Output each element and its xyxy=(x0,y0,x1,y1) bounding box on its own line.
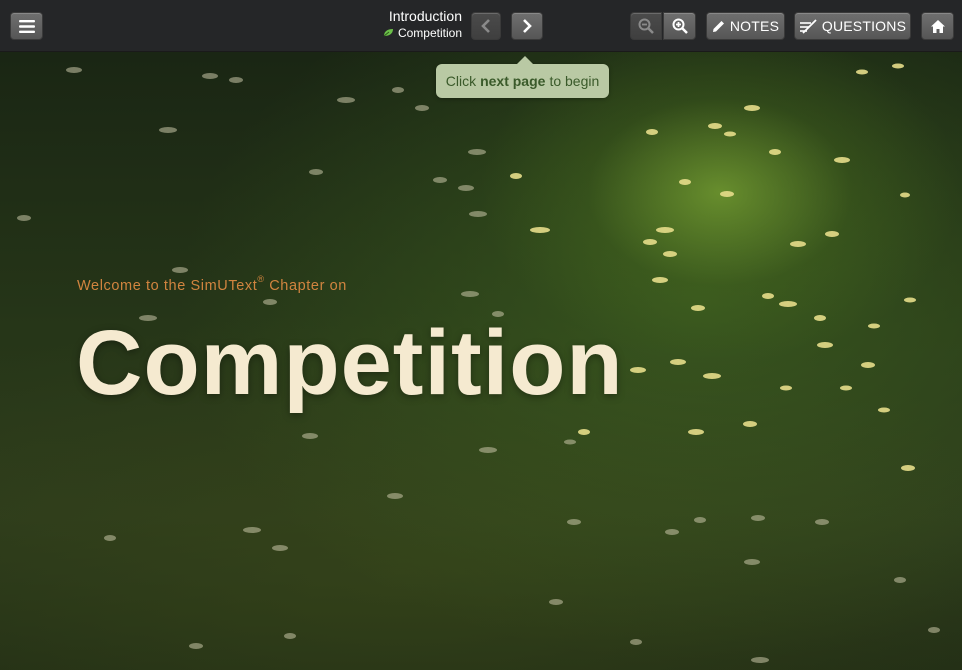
next-page-hint-tooltip: Click next page to begin xyxy=(436,56,609,98)
home-icon xyxy=(930,19,946,34)
notes-label: NOTES xyxy=(729,18,780,34)
hamburger-icon xyxy=(18,19,35,33)
welcome-text: Welcome to the SimUText xyxy=(77,277,258,294)
home-button[interactable] xyxy=(921,12,954,40)
chapter-hero-title: Competition xyxy=(76,312,624,414)
chevron-right-icon xyxy=(522,19,532,33)
hero-background-image: Welcome to the SimUText® Chapter on Comp… xyxy=(0,52,962,670)
pencil-icon xyxy=(712,20,725,33)
zoom-in-button[interactable] xyxy=(663,12,696,40)
questions-button[interactable]: QUESTIONS xyxy=(794,12,911,40)
tooltip-suffix: to begin xyxy=(549,73,600,89)
chapter-name: Competition xyxy=(397,26,462,40)
welcome-suffix: Chapter on xyxy=(269,277,347,294)
section-title: Introduction xyxy=(388,8,462,24)
zoom-out-button[interactable] xyxy=(630,12,662,40)
leaf-icon xyxy=(383,24,394,42)
questions-icon xyxy=(799,18,817,34)
zoom-out-icon xyxy=(638,18,654,34)
chevron-left-icon xyxy=(481,19,491,33)
notes-button[interactable]: NOTES xyxy=(706,12,785,40)
questions-label: QUESTIONS xyxy=(821,18,907,34)
chapter-title: Introduction Competition xyxy=(383,8,462,42)
tooltip-emphasis: next page xyxy=(480,73,546,89)
top-toolbar: Introduction Competition NOTES QUESTIONS xyxy=(0,0,962,52)
tooltip-prefix: Click xyxy=(445,73,477,89)
previous-page-button[interactable] xyxy=(471,12,501,40)
registered-mark: ® xyxy=(257,274,265,284)
zoom-in-icon xyxy=(672,18,688,34)
welcome-subtitle: Welcome to the SimUText® Chapter on xyxy=(77,274,347,294)
next-page-button[interactable] xyxy=(511,12,543,40)
menu-button[interactable] xyxy=(10,12,43,40)
